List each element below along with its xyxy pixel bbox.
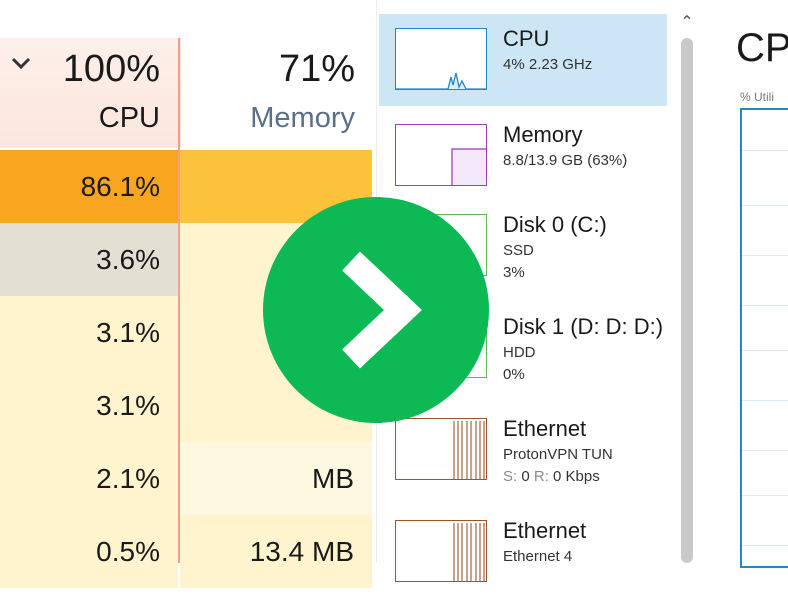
send-label: S: [503,468,518,485]
memory-column-header[interactable]: 71% Memory [180,38,373,148]
cpu-column-highlight-border [178,38,180,563]
utilization-label: % Utili [740,90,775,104]
table-row[interactable]: 2.1% MB [0,442,372,515]
memory-cell: 13.4 MB [180,515,372,588]
sidebar-item-ethernet-4[interactable]: Ethernet Ethernet 4 [379,506,667,598]
receive-value: 0 Kbps [553,468,600,485]
tile-detail: ProtonVPN TUN [503,446,613,463]
cpu-column-header[interactable]: 100% CPU [0,38,180,148]
scroll-up-arrow-icon[interactable]: ⌃ [679,12,695,34]
memory-mini-graph [395,124,487,186]
cpu-utilization-graph [740,108,788,568]
cpu-detail-panel: CPU % Utili [700,0,788,568]
cpu-column-label: CPU [98,102,160,134]
detail-title: CPU [736,26,788,70]
send-value: 0 [521,468,530,485]
tile-detail: 8.8/13.9 GB (63%) [503,152,628,169]
ethernet-vpn-mini-graph [395,418,487,480]
chevron-right-icon [342,251,422,369]
cpu-total-percent: 100% [62,48,160,90]
tile-title: Disk 1 (D: D: D:) [503,314,664,339]
tile-title: Memory [503,122,583,147]
tile-detail: HDD [503,344,536,361]
cpu-cell: 3.6% [0,223,178,296]
table-row[interactable]: 0.5% 13.4 MB [0,515,372,588]
ethernet-4-mini-graph [395,520,487,582]
cpu-cell: 3.1% [0,296,178,369]
memory-total-percent: 71% [278,48,355,90]
memory-column-label: Memory [250,102,355,134]
tile-detail: Ethernet 4 [503,548,573,565]
tile-usage: 3% [503,264,525,281]
tile-usage: 0% [503,366,525,383]
tile-title: Ethernet [503,416,587,441]
sort-chevron-down-icon [11,57,31,70]
tile-title: Ethernet [503,518,587,543]
tile-title: Disk 0 (C:) [503,212,607,237]
sidebar-item-cpu[interactable]: CPU 4% 2.23 GHz [379,14,667,106]
receive-label: R: [533,468,549,485]
sidebar-item-memory[interactable]: Memory 8.8/13.9 GB (63%) [379,110,667,202]
memory-cell: MB [180,442,372,515]
tile-detail: 4% 2.23 GHz [503,56,593,73]
cpu-cell: 3.1% [0,369,178,442]
cpu-mini-graph [395,28,487,90]
cpu-cell: 0.5% [0,515,178,588]
cpu-cell: 2.1% [0,442,178,515]
tile-throughput: S: 0 R: 0 Kbps [503,468,600,485]
tile-title: CPU [503,26,550,51]
tile-detail: SSD [503,242,534,259]
next-button[interactable] [263,197,489,423]
scroll-thumb[interactable] [681,38,693,563]
cpu-cell: 86.1% [0,150,178,223]
sidebar-scrollbar[interactable]: ⌃ [677,12,697,563]
